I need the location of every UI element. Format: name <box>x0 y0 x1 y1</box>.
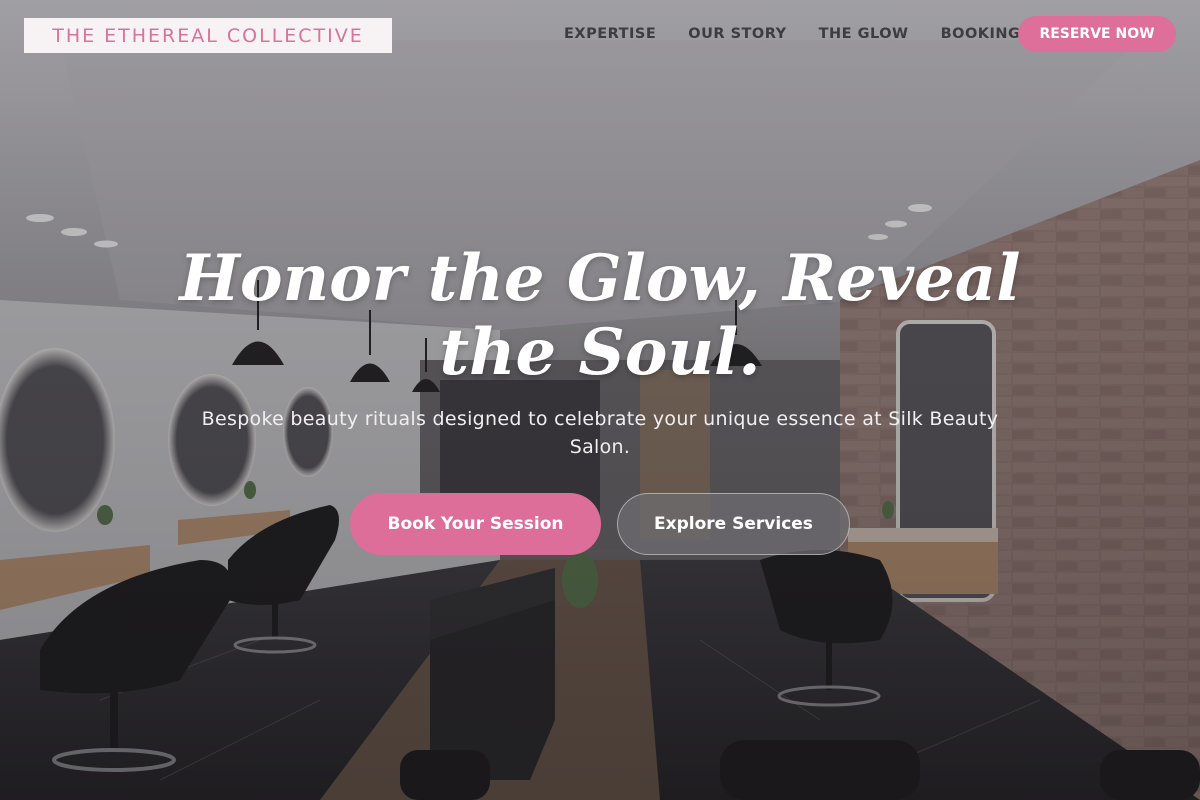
hero-headline: Honor the Glow, Reveal the Soul. <box>179 241 1021 390</box>
explore-services-button[interactable]: Explore Services <box>617 493 850 555</box>
reserve-now-button[interactable]: RESERVE NOW <box>1018 16 1176 52</box>
nav-item-booking[interactable]: BOOKING <box>941 24 1021 44</box>
nav-item-our-story[interactable]: OUR STORY <box>688 24 786 44</box>
hero-section: THE ETHEREAL COLLECTIVE EXPERTISE OUR ST… <box>0 0 1200 800</box>
nav-item-the-glow[interactable]: THE GLOW <box>819 24 909 44</box>
main-nav: EXPERTISE OUR STORY THE GLOW BOOKING <box>564 24 1020 44</box>
nav-item-expertise[interactable]: EXPERTISE <box>564 24 656 44</box>
hero-subheadline: Bespoke beauty rituals designed to celeb… <box>201 408 999 458</box>
image-dark-overlay <box>0 0 1200 800</box>
brand-logo[interactable]: THE ETHEREAL COLLECTIVE <box>24 18 392 53</box>
site-header: THE ETHEREAL COLLECTIVE EXPERTISE OUR ST… <box>0 0 1200 70</box>
book-session-button[interactable]: Book Your Session <box>350 493 601 555</box>
